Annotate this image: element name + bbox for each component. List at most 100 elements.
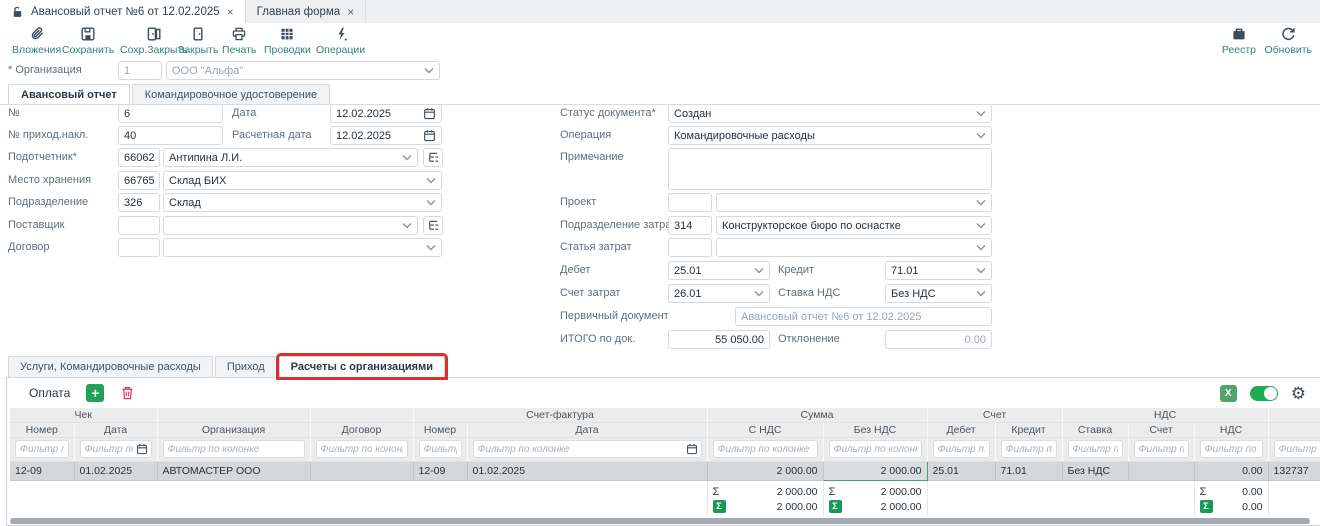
horizontal-scrollbar[interactable]	[10, 518, 1310, 524]
cost-department-code-field[interactable]: 314	[668, 216, 712, 235]
tab-advance-report[interactable]: Авансовый отчет	[8, 84, 130, 104]
status-select[interactable]: Создан	[668, 104, 992, 123]
calendar-icon[interactable]	[423, 129, 436, 142]
filter-input[interactable]	[1134, 440, 1189, 458]
tab-income[interactable]: Приход	[215, 356, 277, 377]
date-field[interactable]: 12.02.2025	[330, 104, 442, 123]
supplier-tree-button[interactable]	[423, 216, 443, 235]
calendar-icon[interactable]	[423, 107, 436, 120]
window-tab-report[interactable]: Авансовый отчет №6 от 12.02.2025 ×	[0, 0, 246, 23]
col-without-vat[interactable]: Без НДС	[823, 422, 927, 437]
tab-travel-certificate[interactable]: Командировочное удостоверение	[132, 84, 330, 104]
number-field[interactable]: 6	[118, 104, 223, 123]
cell-check-date[interactable]: 01.02.2025	[74, 461, 157, 480]
refresh-button[interactable]: Обновить	[1264, 25, 1312, 56]
cell-invoice-date[interactable]: 01.02.2025	[467, 461, 707, 480]
accountable-tree-button[interactable]	[423, 148, 443, 167]
tab-services-travel-expenses[interactable]: Услуги, Командировочные расходы	[8, 356, 213, 377]
add-row-button[interactable]: +	[86, 384, 104, 402]
contract-code-field[interactable]	[118, 238, 160, 257]
organization-code-field[interactable]: 1	[118, 61, 162, 80]
filter-input[interactable]	[1068, 440, 1123, 458]
print-button[interactable]: Печать	[222, 25, 256, 56]
col-rate[interactable]: Ставка	[1062, 422, 1128, 437]
delete-row-button[interactable]	[118, 384, 136, 402]
cost-item-select[interactable]	[716, 238, 992, 257]
project-select[interactable]	[716, 193, 992, 212]
cell-credit[interactable]: 71.01	[995, 461, 1062, 480]
storage-code-field[interactable]: 66765	[118, 171, 160, 190]
table-row-selected[interactable]: 12-09 01.02.2025 АВТОМАСТЕР ООО 12-09 01…	[10, 461, 1320, 480]
cost-account-select[interactable]: 26.01	[668, 284, 770, 303]
attachments-button[interactable]: Вложения	[12, 25, 61, 56]
col-organization[interactable]: Организация	[157, 422, 310, 437]
registry-button[interactable]: Реестр	[1222, 25, 1256, 56]
calendar-icon[interactable]	[136, 443, 148, 455]
filter-input[interactable]	[933, 440, 990, 458]
vat-rate-select[interactable]: Без НДС	[885, 284, 992, 303]
filter-input[interactable]	[419, 440, 462, 458]
accountable-code-field[interactable]: 66062	[118, 148, 160, 167]
close-tab-icon[interactable]: ×	[347, 6, 354, 18]
filter-input[interactable]	[829, 440, 922, 458]
col-contract[interactable]: Договор	[310, 422, 413, 437]
storage-select[interactable]: Склад БИХ	[163, 171, 442, 190]
operation-select[interactable]: Командировочные расходы	[668, 126, 992, 145]
col-check-date[interactable]: Дата	[74, 422, 157, 437]
col-code[interactable]: Код ст	[1268, 422, 1320, 437]
cell-account[interactable]	[1128, 461, 1194, 480]
col-invoice-date[interactable]: Дата	[467, 422, 707, 437]
col-account[interactable]: Счет	[1128, 422, 1194, 437]
operations-button[interactable]: Операции	[316, 25, 365, 56]
filter-input[interactable]	[1200, 440, 1263, 458]
col-vat[interactable]: НДС	[1194, 422, 1268, 437]
cell-contract[interactable]	[310, 461, 413, 480]
credit-select[interactable]: 71.01	[885, 261, 992, 280]
close-button[interactable]: Закрыть	[178, 25, 218, 56]
filter-input[interactable]	[1001, 440, 1057, 458]
filter-input[interactable]	[15, 440, 69, 458]
department-select[interactable]: Склад	[163, 193, 442, 212]
filter-input[interactable]	[473, 440, 702, 458]
calendar-icon[interactable]	[686, 443, 698, 455]
col-debit[interactable]: Дебет	[927, 422, 995, 437]
cell-check-number[interactable]: 12-09	[10, 461, 74, 480]
postings-button[interactable]: Проводки	[264, 25, 311, 56]
cost-item-code-field[interactable]	[668, 238, 712, 257]
col-with-vat[interactable]: С НДС	[707, 422, 823, 437]
cell-organization[interactable]: АВТОМАСТЕР ООО	[157, 461, 310, 480]
filter-input[interactable]	[1274, 440, 1320, 458]
gear-icon[interactable]: ⚙	[1291, 385, 1306, 402]
col-invoice-number[interactable]: Номер	[413, 422, 467, 437]
save-button[interactable]: Сохранить	[62, 25, 114, 56]
department-code-field[interactable]: 326	[118, 193, 160, 212]
cell-debit[interactable]: 25.01	[927, 461, 995, 480]
excel-export-button[interactable]: X	[1220, 385, 1237, 402]
filter-input[interactable]	[316, 440, 408, 458]
cell-vat[interactable]: 0.00	[1194, 461, 1268, 480]
note-textarea[interactable]	[668, 148, 992, 190]
contract-select[interactable]	[163, 238, 442, 257]
cell-code[interactable]: 132737	[1268, 461, 1320, 480]
window-tab-main-form[interactable]: Главная форма ×	[246, 0, 367, 23]
close-tab-icon[interactable]: ×	[227, 6, 234, 18]
accountable-select[interactable]: Антипина Л.И.	[163, 148, 418, 167]
supplier-code-field[interactable]	[118, 216, 160, 235]
cell-without-vat-focused[interactable]: 2 000.00	[823, 461, 927, 480]
debit-select[interactable]: 25.01	[668, 261, 770, 280]
col-credit[interactable]: Кредит	[995, 422, 1062, 437]
supplier-select[interactable]	[163, 216, 418, 235]
filter-input[interactable]	[713, 440, 818, 458]
filter-input[interactable]	[163, 440, 305, 458]
col-check-number[interactable]: Номер	[10, 422, 74, 437]
cell-with-vat[interactable]: 2 000.00	[707, 461, 823, 480]
calc-date-field[interactable]: 12.02.2025	[330, 126, 442, 145]
filter-toggle[interactable]	[1250, 386, 1278, 401]
total-field[interactable]: 55 050.00	[668, 330, 770, 349]
cell-invoice-number[interactable]: 12-09	[413, 461, 467, 480]
receipt-number-field[interactable]: 40	[118, 126, 223, 145]
cell-rate[interactable]: Без НДС	[1062, 461, 1128, 480]
organization-select[interactable]: ООО "Альфа"	[166, 61, 440, 80]
cost-department-select[interactable]: Конструкторское бюро по оснастке	[716, 216, 992, 235]
tab-settlements-with-organizations[interactable]: Расчеты с организациями	[279, 356, 445, 377]
